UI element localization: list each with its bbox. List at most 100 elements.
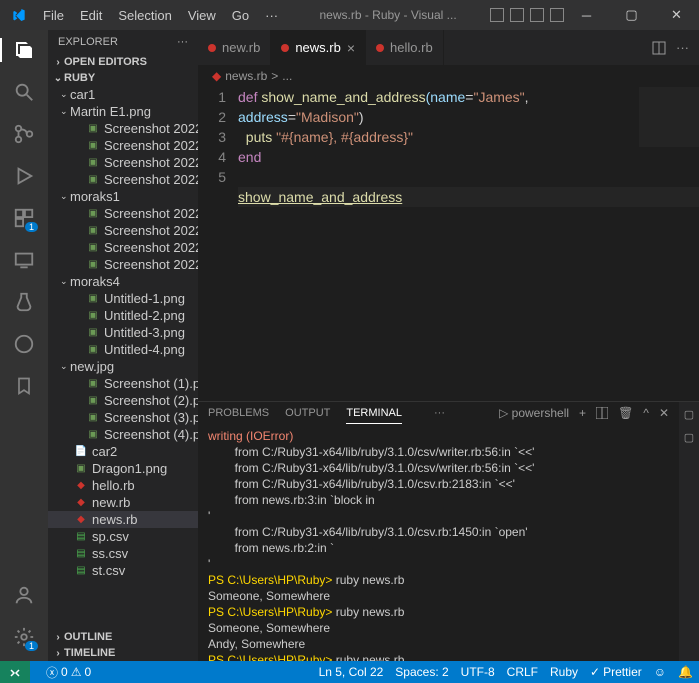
minimap[interactable] — [639, 87, 699, 147]
file-item[interactable]: ▣Screenshot 2022-01-... — [48, 120, 198, 137]
file-item[interactable]: ◆news.rb — [48, 511, 198, 528]
layout-icon[interactable] — [530, 8, 544, 22]
file-item[interactable]: ▣Dragon1.png — [48, 460, 198, 477]
editor-tab[interactable]: new.rb — [198, 30, 271, 65]
remote-indicator[interactable] — [0, 661, 30, 683]
file-item[interactable]: ▣Screenshot 2022-02-... — [48, 171, 198, 188]
editor-tab[interactable]: hello.rb — [366, 30, 444, 65]
file-item[interactable]: ▣Screenshot 2022-02-... — [48, 239, 198, 256]
github-icon[interactable] — [12, 332, 36, 356]
file-item[interactable]: ▤ss.csv — [48, 545, 198, 562]
account-icon[interactable] — [12, 583, 36, 607]
menu-edit[interactable]: Edit — [72, 8, 110, 23]
file-item[interactable]: ◆hello.rb — [48, 477, 198, 494]
indentation[interactable]: Spaces: 2 — [389, 665, 454, 679]
menu-selection[interactable]: Selection — [110, 8, 179, 23]
file-item[interactable]: ▣Untitled-2.png — [48, 307, 198, 324]
workspace-section[interactable]: ⌄RUBY — [48, 70, 198, 86]
maximize-button[interactable]: ▢ — [609, 0, 654, 30]
editor-tab[interactable]: news.rb× — [271, 30, 366, 65]
language-mode[interactable]: Ruby — [544, 665, 584, 679]
layout-icon[interactable] — [490, 8, 504, 22]
file-item[interactable]: ▣Screenshot 2022-02-... — [48, 256, 198, 273]
file-item[interactable]: ▣Screenshot 2022-01-... — [48, 205, 198, 222]
badge: 1 — [25, 222, 38, 232]
close-tab-icon[interactable]: × — [347, 40, 355, 56]
more-icon[interactable]: ··· — [177, 36, 188, 48]
menu-···[interactable]: ··· — [257, 8, 286, 23]
maximize-panel-icon[interactable]: ^ — [643, 406, 649, 420]
editor-area: new.rbnews.rb×hello.rb ··· ◆ news.rb > .… — [198, 30, 699, 661]
close-button[interactable]: ✕ — [654, 0, 699, 30]
file-item[interactable]: 📄car2 — [48, 443, 198, 460]
open-editors-section[interactable]: ›OPEN EDITORS — [48, 54, 198, 70]
cursor-position[interactable]: Ln 5, Col 22 — [313, 665, 390, 679]
notifications-icon[interactable]: 🔔 — [672, 665, 699, 679]
file-item[interactable]: ▣Untitled-3.png — [48, 324, 198, 341]
layout-controls[interactable] — [490, 8, 564, 22]
code-content[interactable]: def show_name_and_address(name="James", … — [238, 87, 699, 401]
outline-section[interactable]: ›OUTLINE — [48, 629, 198, 645]
split-editor-icon[interactable] — [652, 41, 666, 55]
status-bar: ⓧ0 ⚠0 Ln 5, Col 22 Spaces: 2 UTF-8 CRLF … — [0, 661, 699, 683]
errors-warnings[interactable]: ⓧ0 ⚠0 — [40, 664, 97, 681]
panel-tab-terminal[interactable]: TERMINAL — [346, 403, 402, 424]
file-item[interactable]: ▣Untitled-1.png — [48, 290, 198, 307]
layout-icon[interactable] — [510, 8, 524, 22]
file-item[interactable]: ▣Screenshot (3).png — [48, 409, 198, 426]
search-icon[interactable] — [12, 80, 36, 104]
breadcrumb[interactable]: ◆ news.rb > ... — [198, 65, 699, 87]
activity-bar: 1 1 — [0, 30, 48, 661]
minimize-button[interactable]: ─ — [564, 0, 609, 30]
title-bar: FileEditSelectionViewGo··· news.rb - Rub… — [0, 0, 699, 30]
explorer-icon[interactable] — [12, 38, 36, 62]
timeline-section[interactable]: ›TIMELINE — [48, 645, 198, 661]
encoding[interactable]: UTF-8 — [455, 665, 501, 679]
file-item[interactable]: ▤sp.csv — [48, 528, 198, 545]
layout-icon[interactable] — [550, 8, 564, 22]
new-terminal-icon[interactable]: + — [579, 406, 586, 420]
file-item[interactable]: ▣Untitled-4.png — [48, 341, 198, 358]
code-editor[interactable]: 12345 def show_name_and_address(name="Ja… — [198, 87, 699, 401]
file-item[interactable]: ▣Screenshot 2022-02-... — [48, 154, 198, 171]
file-item[interactable]: ▣Screenshot (1).png — [48, 375, 198, 392]
run-debug-icon[interactable] — [12, 164, 36, 188]
menu-view[interactable]: View — [180, 8, 224, 23]
folder-item[interactable]: ⌄moraks1 — [48, 188, 198, 205]
feedback-icon[interactable]: ☺ — [648, 665, 672, 679]
folder-item[interactable]: ⌄new.jpg — [48, 358, 198, 375]
panel-tab-problems[interactable]: PROBLEMS — [208, 403, 269, 423]
close-panel-icon[interactable]: ✕ — [659, 406, 669, 420]
file-item[interactable]: ▣Screenshot (4).png — [48, 426, 198, 443]
line-numbers: 12345 — [198, 87, 238, 401]
file-item[interactable]: ▣Screenshot (2).png — [48, 392, 198, 409]
extensions-icon[interactable]: 1 — [12, 206, 36, 230]
folder-item[interactable]: ⌄Martin E1.png — [48, 103, 198, 120]
testing-icon[interactable] — [12, 290, 36, 314]
more-icon[interactable]: ··· — [434, 407, 445, 419]
split-terminal-icon[interactable] — [596, 407, 608, 419]
remote-icon[interactable] — [12, 248, 36, 272]
shell-selector[interactable]: ▷ powershell — [499, 406, 569, 420]
menu-go[interactable]: Go — [224, 8, 257, 23]
panel-side-icons: ▢ ▢ — [679, 402, 699, 661]
panel-tab-output[interactable]: OUTPUT — [285, 403, 330, 423]
source-control-icon[interactable] — [12, 122, 36, 146]
folder-item[interactable]: ⌄moraks4 — [48, 273, 198, 290]
eol[interactable]: CRLF — [501, 665, 544, 679]
kill-terminal-icon[interactable]: 🗑 — [618, 406, 633, 420]
terminal-side-icon[interactable]: ▢ — [684, 431, 694, 444]
settings-icon[interactable]: 1 — [12, 625, 36, 649]
menu-bar: FileEditSelectionViewGo··· — [35, 8, 286, 23]
bookmark-icon[interactable] — [12, 374, 36, 398]
file-item[interactable]: ▤st.csv — [48, 562, 198, 579]
prettier-status[interactable]: ✓ Prettier — [584, 665, 648, 679]
terminal-output[interactable]: writing (IOError) from C:/Ruby31-x64/lib… — [198, 424, 679, 661]
file-item[interactable]: ▣Screenshot 2022-02-... — [48, 137, 198, 154]
terminal-side-icon[interactable]: ▢ — [684, 408, 694, 421]
more-icon[interactable]: ··· — [676, 40, 689, 55]
folder-item[interactable]: ⌄car1 — [48, 86, 198, 103]
menu-file[interactable]: File — [35, 8, 72, 23]
file-item[interactable]: ▣Screenshot 2022-01-... — [48, 222, 198, 239]
file-item[interactable]: ◆new.rb — [48, 494, 198, 511]
